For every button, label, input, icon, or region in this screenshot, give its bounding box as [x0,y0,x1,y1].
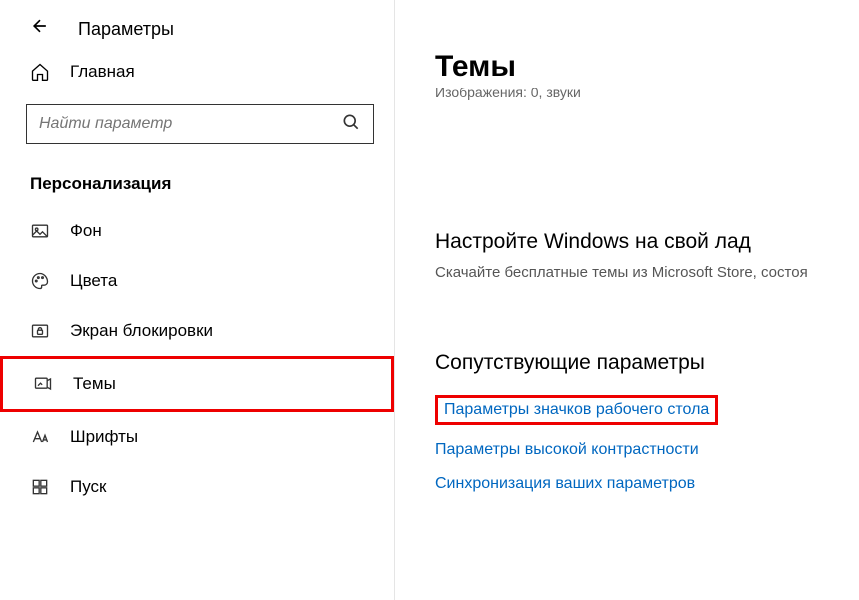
search-icon [341,112,361,137]
link-high-contrast[interactable]: Параметры высокой контрастности [435,441,699,459]
sidebar-item-lockscreen[interactable]: Экран блокировки [0,306,394,356]
window-title: Параметры [78,19,174,40]
home-label: Главная [70,62,135,82]
sidebar-item-label: Пуск [70,477,106,497]
back-button[interactable] [30,16,58,42]
theme-icon [33,374,59,394]
sidebar-item-themes[interactable]: Темы [0,356,394,412]
font-icon [30,427,56,447]
main-content: Темы Изображения: 0, звуки Настройте Win… [395,0,859,600]
sidebar-item-label: Темы [73,374,116,394]
home-icon [30,62,56,82]
sidebar-item-label: Шрифты [70,427,138,447]
sidebar-item-start[interactable]: Пуск [0,462,394,512]
search-input[interactable] [39,115,341,133]
sidebar-section-title: Персонализация [0,156,394,206]
sidebar-item-fonts[interactable]: Шрифты [0,412,394,462]
sidebar-item-label: Экран блокировки [70,321,213,341]
link-sync-settings[interactable]: Синхронизация ваших параметров [435,475,695,493]
picture-icon [30,221,56,241]
sidebar: Параметры Главная Персонализация Фон Цве… [0,0,395,600]
theme-summary-cut: Изображения: 0, звуки [435,88,859,100]
home-nav-item[interactable]: Главная [0,52,394,92]
header-row: Параметры [0,0,394,52]
related-heading: Сопутствующие параметры [435,351,859,375]
arrow-left-icon [30,16,50,36]
customize-heading: Настройте Windows на свой лад [435,230,859,254]
link-desktop-icons[interactable]: Параметры значков рабочего стола [435,395,718,425]
customize-description: Скачайте бесплатные темы из Microsoft St… [435,264,859,281]
sidebar-item-label: Цвета [70,271,117,291]
search-box[interactable] [26,104,374,144]
page-title: Темы [435,50,859,84]
sidebar-item-label: Фон [70,221,102,241]
sidebar-item-colors[interactable]: Цвета [0,256,394,306]
sidebar-item-background[interactable]: Фон [0,206,394,256]
start-icon [30,477,56,497]
lockscreen-icon [30,321,56,341]
palette-icon [30,271,56,291]
